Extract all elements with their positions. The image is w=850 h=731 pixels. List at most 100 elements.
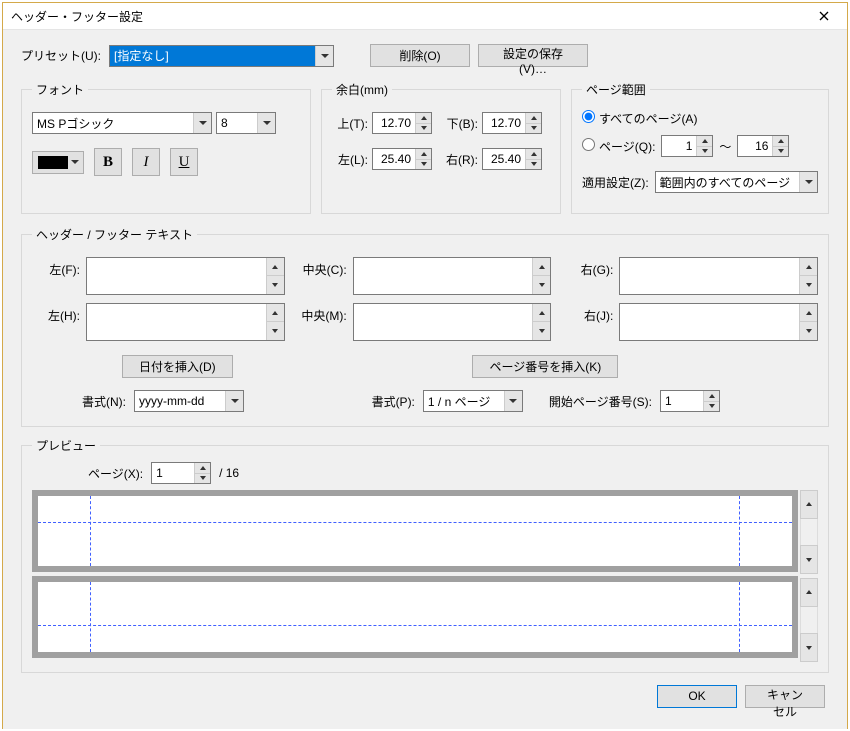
font-name-value: MS Pゴシック	[33, 115, 193, 132]
preview-legend: プレビュー	[32, 437, 100, 454]
spin-up[interactable]	[416, 149, 431, 160]
margin-legend: 余白(mm)	[332, 81, 392, 98]
spin-up[interactable]	[416, 113, 431, 124]
footer-left-input[interactable]	[86, 303, 285, 341]
close-button[interactable]	[803, 3, 845, 29]
spin-down[interactable]	[800, 276, 817, 294]
header-left-input[interactable]	[86, 257, 285, 295]
header-right-input[interactable]	[619, 257, 818, 295]
all-pages-radio[interactable]	[582, 110, 595, 123]
margin-top-label: 上(T):	[332, 115, 368, 132]
spin-up[interactable]	[704, 391, 719, 402]
guide-line	[38, 522, 792, 523]
spin-down[interactable]	[704, 402, 719, 412]
spin-up[interactable]	[533, 258, 550, 276]
preset-value: [指定なし]	[110, 46, 315, 66]
start-page-input[interactable]	[660, 390, 720, 412]
spin-up[interactable]	[267, 304, 284, 322]
ok-button[interactable]: OK	[657, 685, 737, 708]
spin-down[interactable]	[416, 124, 431, 134]
preview-scrollbar[interactable]	[800, 490, 818, 662]
preview-group: プレビュー ページ(X): / 16	[21, 437, 829, 673]
start-page-field[interactable]	[661, 391, 703, 411]
preset-select[interactable]: [指定なし]	[109, 45, 334, 67]
margin-top-input[interactable]	[372, 112, 432, 134]
scroll-down[interactable]	[800, 545, 818, 574]
footer-right-input[interactable]	[619, 303, 818, 341]
spin-up[interactable]	[697, 136, 712, 147]
spin-up[interactable]	[195, 463, 210, 474]
chevron-down-icon	[315, 46, 333, 66]
scroll-up[interactable]	[800, 578, 818, 607]
header-center-input[interactable]	[353, 257, 552, 295]
spin-up[interactable]	[526, 149, 541, 160]
page-from-input[interactable]	[661, 135, 713, 157]
top-group-row: フォント MS Pゴシック 8 B	[21, 81, 829, 214]
underline-button[interactable]: U	[170, 148, 198, 176]
all-pages-radio-label[interactable]: すべてのページ(A)	[582, 110, 697, 127]
spin-down[interactable]	[697, 147, 712, 157]
page-format-value: 1 / n ページ	[424, 393, 504, 410]
spin-up[interactable]	[533, 304, 550, 322]
insert-date-button[interactable]: 日付を挿入(D)	[122, 355, 233, 378]
date-format-select[interactable]: yyyy-mm-dd	[134, 390, 244, 412]
margin-left-label: 左(L):	[332, 151, 368, 168]
chevron-down-icon	[504, 391, 522, 411]
page-to-field[interactable]	[738, 136, 772, 156]
spin-down[interactable]	[800, 322, 817, 340]
spin-down[interactable]	[533, 322, 550, 340]
spin-down[interactable]	[533, 276, 550, 294]
header-footer-text-group: ヘッダー / フッター テキスト 左(F): 中央(C): 右(G): 左(H)…	[21, 226, 829, 427]
italic-button[interactable]: I	[132, 148, 160, 176]
footer-right-label: 右(J):	[565, 303, 613, 341]
spin-up[interactable]	[800, 304, 817, 322]
cancel-button[interactable]: キャンセル	[745, 685, 825, 708]
scroll-up[interactable]	[800, 490, 818, 519]
spin-up[interactable]	[526, 113, 541, 124]
margin-bottom-field[interactable]	[483, 113, 525, 133]
spin-down[interactable]	[526, 124, 541, 134]
guide-line	[90, 582, 91, 652]
margin-left-field[interactable]	[373, 149, 415, 169]
margin-right-input[interactable]	[482, 148, 542, 170]
bold-button[interactable]: B	[94, 148, 122, 176]
page-to-input[interactable]	[737, 135, 789, 157]
pages-radio[interactable]	[582, 138, 595, 151]
spin-down[interactable]	[416, 160, 431, 170]
spin-down[interactable]	[195, 474, 210, 484]
page-range-group: ページ範囲 すべてのページ(A) ページ(Q): ～	[571, 81, 829, 214]
spin-down[interactable]	[773, 147, 788, 157]
spin-up[interactable]	[773, 136, 788, 147]
margin-top-field[interactable]	[373, 113, 415, 133]
apply-select[interactable]: 範囲内のすべてのページ	[655, 171, 818, 193]
font-color-button[interactable]	[32, 151, 84, 174]
chevron-down-icon	[71, 160, 79, 164]
spin-down[interactable]	[526, 160, 541, 170]
titlebar: ヘッダー・フッター設定	[3, 3, 847, 30]
save-settings-button[interactable]: 設定の保存(V)…	[478, 44, 588, 67]
chevron-down-icon	[225, 391, 243, 411]
margin-right-field[interactable]	[483, 149, 525, 169]
margin-left-input[interactable]	[372, 148, 432, 170]
preview-page-input[interactable]	[151, 462, 211, 484]
chevron-down-icon	[799, 172, 817, 192]
insert-page-button[interactable]: ページ番号を挿入(K)	[472, 355, 618, 378]
scroll-down[interactable]	[800, 633, 818, 662]
spin-down[interactable]	[267, 276, 284, 294]
range-separator: ～	[719, 138, 731, 155]
font-size-value: 8	[217, 116, 257, 130]
page-from-field[interactable]	[662, 136, 696, 156]
margin-bottom-input[interactable]	[482, 112, 542, 134]
footer-center-input[interactable]	[353, 303, 552, 341]
spin-up[interactable]	[267, 258, 284, 276]
page-format-select[interactable]: 1 / n ページ	[423, 390, 523, 412]
margin-bottom-label: 下(B):	[442, 115, 478, 132]
font-name-select[interactable]: MS Pゴシック	[32, 112, 212, 134]
spin-up[interactable]	[800, 258, 817, 276]
pages-radio-label[interactable]: ページ(Q):	[582, 138, 655, 155]
preview-page-field[interactable]	[152, 463, 194, 483]
window-title: ヘッダー・フッター設定	[11, 8, 143, 25]
font-size-select[interactable]: 8	[216, 112, 276, 134]
spin-down[interactable]	[267, 322, 284, 340]
delete-button[interactable]: 削除(O)	[370, 44, 470, 67]
